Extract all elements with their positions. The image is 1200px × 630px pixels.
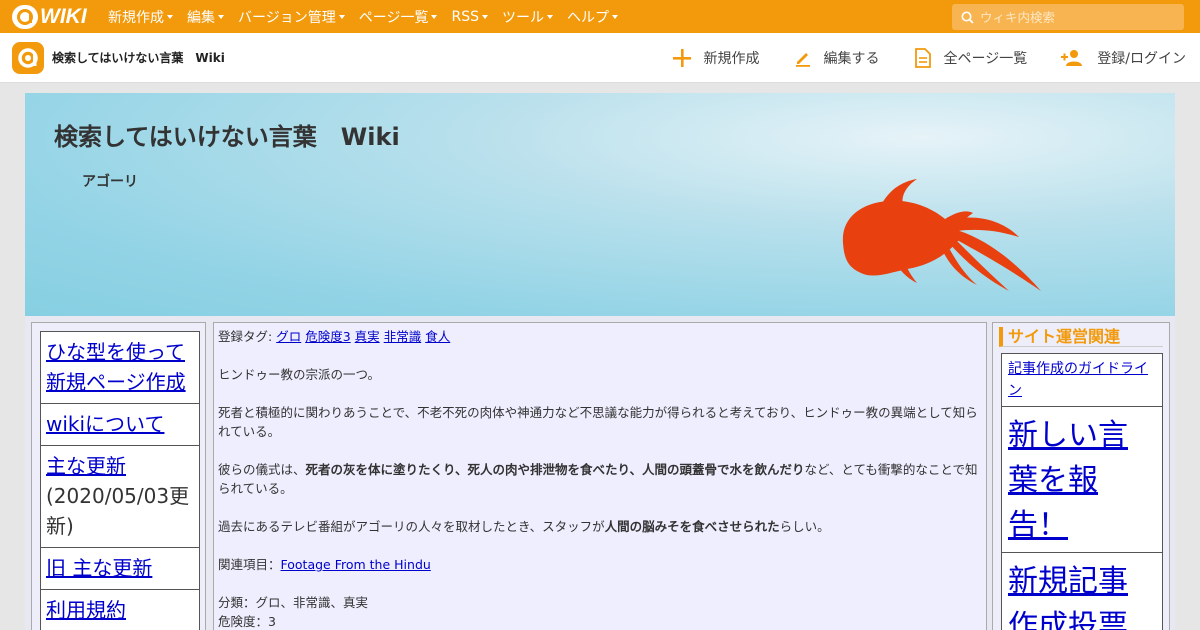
left-nav-item-updates: 主な更新 (2020/05/03更新): [41, 446, 199, 548]
article-paragraph: 彼らの儀式は、死者の灰を体に塗りたくり、死人の肉や排泄物を食べたり、人間の頭蓋骨…: [218, 462, 978, 496]
left-nav-link[interactable]: 利用規約: [46, 598, 126, 622]
menu-help[interactable]: ヘルプ: [567, 7, 618, 27]
caret-down-icon: [218, 14, 224, 19]
emphasis-text: 人間の脳みそを食べさせられた: [604, 519, 780, 534]
add-user-icon: [1061, 50, 1083, 66]
tag-link[interactable]: グロ: [276, 329, 301, 344]
caret-down-icon: [481, 14, 488, 19]
menu-tools[interactable]: ツール: [502, 7, 553, 27]
caret-down-icon: [167, 14, 173, 19]
menu-rss[interactable]: RSS: [451, 9, 488, 25]
page-title[interactable]: 検索してはいけない言葉 Wiki: [54, 117, 400, 152]
right-nav-item-guideline: 記事作成のガイドライン: [1002, 354, 1162, 407]
tag-link[interactable]: 食人: [425, 329, 450, 344]
search-input[interactable]: [980, 9, 1170, 25]
right-nav-item-report: 新しい言葉を報告！: [1002, 407, 1162, 553]
left-nav-link[interactable]: wikiについて: [46, 412, 164, 436]
article-body: 登録タグ: グロ 危険度3 真実 非常識 食人 ヒンドゥー教の宗派の一つ。 死者と積極的…: [213, 322, 987, 630]
emphasis-text: 死者の灰を体に塗りたくり、死人の肉や排泄物を食べたり、人間の頭蓋骨で水を飲んだり: [305, 462, 805, 477]
site-header-bar: 検索してはいけない言葉 Wiki 新規作成 編集する 全ページ一覧 登録/ログイ…: [0, 33, 1200, 83]
category-line: 分類：グロ、非常識、真実: [218, 595, 369, 610]
tag-line: 登録タグ: グロ 危険度3 真実 非常識 食人: [218, 327, 982, 346]
goldfish-illustration: [842, 179, 1041, 291]
right-nav-link[interactable]: 新しい言葉を報告！: [1008, 418, 1128, 543]
login-button[interactable]: 登録/ログイン: [1061, 48, 1186, 68]
related-link[interactable]: Footage From the Hindu: [281, 557, 431, 572]
left-nav-item-terms: 利用規約: [41, 590, 199, 630]
menu-version[interactable]: バージョン管理: [238, 7, 345, 27]
left-nav-item-about: wikiについて: [41, 404, 199, 446]
menu-edit[interactable]: 編集: [187, 7, 224, 27]
right-nav-menu: 記事作成のガイドライン 新しい言葉を報告！ 新規記事作成投票: [1001, 353, 1163, 630]
danger-line: 危険度：3: [218, 614, 276, 629]
caret-down-icon: [611, 14, 618, 19]
logo-wordmark: WIKI: [40, 4, 87, 28]
tag-link[interactable]: 非常識: [384, 329, 422, 344]
right-sidebar: サイト運営関連 記事作成のガイドライン 新しい言葉を報告！ 新規記事作成投票: [992, 322, 1170, 630]
document-icon: [914, 48, 931, 68]
left-nav-link[interactable]: 主な更新: [46, 454, 126, 478]
update-date: (2020/05/03更新): [46, 484, 190, 538]
article-paragraph: ヒンドゥー教の宗派の一つ。: [218, 367, 381, 382]
caret-down-icon: [431, 14, 438, 19]
right-nav-item-vote: 新規記事作成投票: [1002, 553, 1162, 630]
header-actions: 新規作成 編集する 全ページ一覧 登録/ログイン: [638, 33, 1186, 83]
related-line: 関連項目：Footage From the Hindu: [218, 557, 431, 572]
article-paragraph: 過去にあるテレビ番組がアゴーリの人々を取材したとき、スタッフが人間の脳みそを食べ…: [218, 519, 830, 534]
plus-icon: [672, 49, 691, 67]
edit-page-button[interactable]: 編集する: [794, 48, 880, 68]
right-sidebar-heading: サイト運営関連: [999, 327, 1163, 347]
left-nav-item-old-updates: 旧 主な更新: [41, 548, 199, 590]
tag-link[interactable]: 真実: [355, 329, 380, 344]
left-sidebar: ひな型を使って新規ページ作成 wikiについて 主な更新 (2020/05/03更…: [31, 322, 206, 630]
new-page-button[interactable]: 新規作成: [672, 48, 760, 68]
left-nav-item-template-new: ひな型を使って新規ページ作成: [41, 332, 199, 404]
right-nav-link[interactable]: 新規記事作成投票: [1008, 564, 1128, 630]
caret-down-icon: [546, 14, 553, 19]
article-paragraph: 死者と積極的に関わりあうことで、不老不死の肉体や神通力など不思議な能力が得られる…: [218, 405, 978, 439]
wiki-search-box: [952, 4, 1184, 30]
content-area: ひな型を使って新規ページ作成 wikiについて 主な更新 (2020/05/03更…: [25, 316, 1175, 630]
site-banner: 検索してはいけない言葉 Wiki アゴーリ: [25, 93, 1175, 316]
left-nav-link[interactable]: ひな型を使って新規ページ作成: [46, 340, 186, 394]
site-name[interactable]: 検索してはいけない言葉 Wiki: [52, 49, 225, 66]
left-nav-menu: ひな型を使って新規ページ作成 wikiについて 主な更新 (2020/05/03更…: [40, 331, 200, 630]
at-sign-icon: [12, 4, 38, 29]
left-nav-link[interactable]: 旧 主な更新: [46, 556, 152, 580]
tag-link[interactable]: 危険度3: [305, 329, 350, 344]
all-pages-button[interactable]: 全ページ一覧: [914, 48, 1027, 68]
top-navigation-bar: WIKI 新規作成 編集 バージョン管理 ページ一覧 RSS ツール ヘルプ: [0, 0, 1200, 33]
atwiki-logo[interactable]: WIKI: [12, 4, 90, 29]
page-subtitle: アゴーリ: [82, 174, 138, 190]
menu-new[interactable]: 新規作成: [108, 7, 173, 27]
top-menu: 新規作成 編集 バージョン管理 ページ一覧 RSS ツール ヘルプ: [108, 7, 632, 27]
right-nav-link[interactable]: 記事作成のガイドライン: [1008, 361, 1148, 399]
tags-label: 登録タグ:: [218, 329, 273, 344]
menu-page-list[interactable]: ページ一覧: [359, 7, 438, 27]
atwiki-at-icon[interactable]: [12, 41, 44, 74]
search-icon: [961, 11, 974, 24]
caret-down-icon: [338, 14, 345, 19]
pencil-icon: [795, 53, 810, 67]
